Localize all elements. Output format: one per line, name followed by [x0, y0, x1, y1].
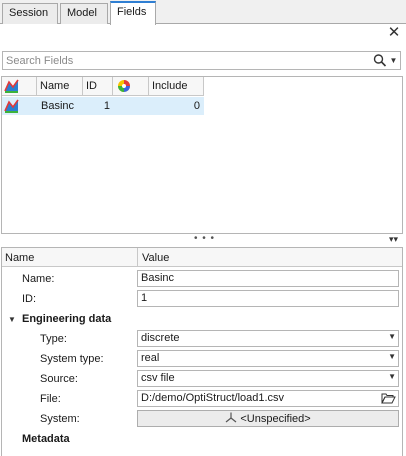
metadata-group[interactable]: Metadata [22, 433, 70, 445]
id-value: 1 [141, 292, 148, 304]
search-box: ▼ [2, 51, 401, 70]
system-value: <Unspecified> [240, 413, 311, 425]
table-row[interactable]: Basinc 1 0 [2, 97, 204, 115]
tab-bar: Session Model Fields [0, 0, 406, 25]
name-column-header: Name [5, 252, 35, 264]
file-field[interactable]: D:/demo/OptiStruct/load1.csv [137, 390, 399, 407]
field-type-column-header[interactable] [2, 77, 37, 96]
chevron-down-icon: ▼ [388, 352, 396, 361]
system-label: System: [40, 413, 80, 425]
tab-model[interactable]: Model [60, 3, 108, 24]
panel-splitter[interactable]: • • • ▾▾ [0, 233, 406, 245]
source-label: Source: [40, 373, 78, 385]
system-picker-button[interactable]: <Unspecified> [137, 410, 399, 427]
type-select[interactable]: discrete ▼ [137, 330, 399, 347]
collapse-caret-icon[interactable]: ▼ [8, 315, 16, 324]
system-type-select[interactable]: real ▼ [137, 350, 399, 367]
properties-panel: Name Value Name: Basinc ID: 1 ▼ Engineer… [1, 247, 403, 456]
row-name: Basinc [41, 100, 75, 112]
color-column-header[interactable] [113, 77, 149, 96]
file-value: D:/demo/OptiStruct/load1.csv [141, 392, 285, 404]
chevron-down-icon: ▼ [388, 372, 396, 381]
id-column-header[interactable]: ID [83, 77, 113, 96]
system-type-value: real [141, 352, 160, 364]
chevron-down-icon[interactable]: ▼ [388, 53, 399, 68]
tab-fields[interactable]: Fields [110, 1, 156, 25]
file-label: File: [40, 393, 61, 405]
value-column-header: Value [137, 248, 169, 266]
color-wheel-icon [117, 80, 131, 96]
field-icon [4, 79, 20, 96]
id-field[interactable]: 1 [137, 290, 399, 307]
chevron-down-icon: ▼ [388, 332, 396, 341]
name-field[interactable]: Basinc [137, 270, 399, 287]
properties-header: Name Value [2, 248, 402, 267]
source-value: csv file [141, 372, 175, 384]
name-value: Basinc [141, 272, 175, 284]
row-id: 1 [103, 100, 110, 112]
name-column-header[interactable]: Name [37, 77, 83, 96]
search-icon[interactable] [373, 53, 387, 68]
table-header: Name ID Include [2, 77, 204, 96]
type-label: Type: [40, 333, 67, 345]
name-label: Name: [22, 273, 55, 285]
type-value: discrete [141, 332, 180, 344]
tab-session[interactable]: Session [2, 3, 58, 24]
source-select[interactable]: csv file ▼ [137, 370, 399, 387]
folder-open-icon[interactable] [381, 392, 396, 405]
field-icon [4, 97, 34, 115]
engineering-data-group[interactable]: Engineering data [22, 313, 111, 325]
double-chevron-down-icon[interactable]: ▾▾ [389, 234, 398, 245]
coordinate-system-icon [225, 412, 240, 425]
drag-handle-icon[interactable]: • • • [194, 233, 215, 244]
search-input[interactable] [6, 53, 366, 68]
close-icon[interactable]: ✕ [386, 25, 402, 41]
id-label: ID: [22, 293, 37, 305]
include-column-header[interactable]: Include [149, 77, 204, 96]
system-type-label: System type: [40, 353, 104, 365]
row-include: 0 [193, 100, 200, 112]
fields-table: Name ID Include Basinc 1 0 [1, 76, 403, 234]
